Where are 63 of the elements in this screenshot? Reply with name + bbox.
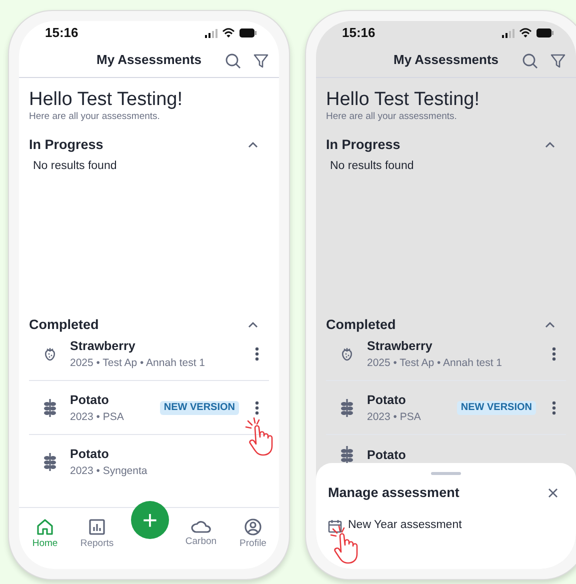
add-button[interactable]: + (131, 501, 169, 539)
nav-tab[interactable]: Reports (71, 518, 123, 550)
section-title: Completed (326, 316, 396, 334)
bar-chart-icon (88, 518, 106, 536)
greeting-subtitle: Here are all your assessments. (326, 110, 458, 124)
search-icon[interactable] (522, 53, 538, 69)
more-options-icon[interactable] (552, 347, 556, 361)
section-title: In Progress (326, 136, 400, 154)
chevron-up-icon[interactable] (247, 321, 259, 329)
wifi-icon (222, 28, 235, 38)
chevron-up-icon[interactable] (544, 321, 556, 329)
section-title: Completed (29, 316, 99, 334)
empty-message: No results found (329, 159, 415, 174)
chevron-up-icon[interactable] (247, 141, 259, 149)
signal-icon (502, 28, 515, 38)
grain-icon (338, 398, 354, 418)
cloud-icon (190, 518, 212, 534)
nav-tab[interactable]: Profile (227, 518, 279, 550)
item-title: Potato (367, 392, 407, 409)
menu-option[interactable]: New Year assessment (328, 517, 462, 534)
status-time: 15:16 (45, 24, 78, 42)
home-icon (36, 518, 54, 536)
drag-handle (431, 472, 461, 475)
filter-icon[interactable] (253, 53, 269, 69)
item-title: Potato (70, 446, 110, 463)
close-icon[interactable] (548, 488, 558, 498)
greeting-subtitle: Here are all your assessments. (29, 110, 161, 124)
more-options-icon[interactable] (255, 401, 259, 415)
chevron-up-icon[interactable] (544, 141, 556, 149)
calendar-icon (328, 518, 342, 533)
new-version-badge: NEW VERSION (456, 401, 536, 415)
item-details: 2025 • Test Ap • Annah test 1 (367, 356, 504, 371)
item-details: 2023 • PSA (70, 410, 125, 425)
new-version-badge: NEW VERSION (160, 401, 239, 415)
section-title: In Progress (29, 136, 104, 154)
item-title: Strawberry (367, 338, 434, 355)
item-details: 2023 • Syngenta (70, 464, 148, 479)
search-icon[interactable] (225, 53, 241, 69)
grain-icon (42, 452, 58, 472)
profile-icon (244, 518, 262, 536)
item-title: Strawberry (70, 338, 136, 355)
item-details: 2025 • Test Ap • Annah test 1 (70, 356, 206, 371)
more-options-icon[interactable] (552, 401, 556, 415)
greeting: Hello Test Testing! (29, 90, 184, 110)
empty-message: No results found (32, 159, 118, 174)
wifi-icon (519, 28, 532, 38)
battery-icon (239, 28, 257, 38)
item-title: Potato (367, 447, 407, 464)
more-options-icon[interactable] (255, 347, 259, 361)
sheet-title: Manage assessment (328, 484, 460, 502)
signal-icon (205, 28, 218, 38)
grain-icon (338, 445, 354, 465)
nav-tab[interactable]: Carbon (175, 518, 227, 548)
greeting: Hello Test Testing! (326, 90, 480, 110)
battery-icon (536, 28, 554, 38)
filter-icon[interactable] (550, 53, 566, 69)
grain-icon (42, 398, 58, 418)
screen-title: My Assessments (393, 51, 498, 70)
screen-title: My Assessments (96, 51, 202, 70)
status-time: 15:16 (342, 24, 376, 42)
item-details: 2023 • PSA (367, 410, 422, 425)
nav-tab[interactable]: Home (19, 518, 71, 550)
item-title: Potato (70, 392, 110, 409)
